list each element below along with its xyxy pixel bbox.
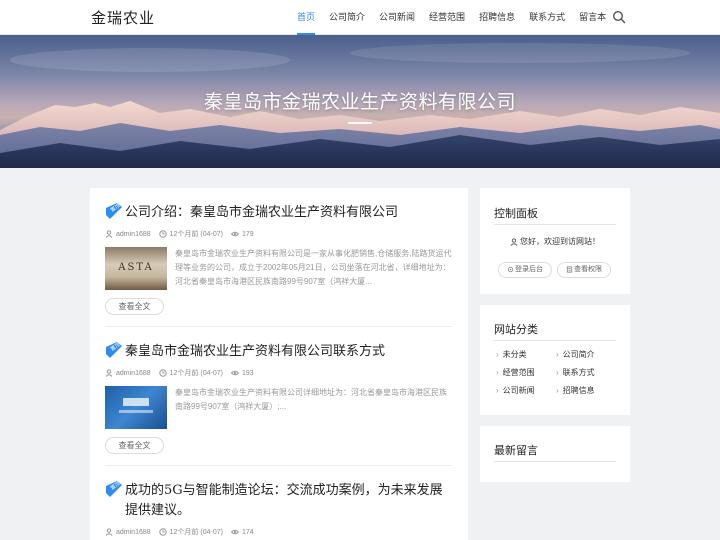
eye-icon [230,370,239,376]
post-views: 179 [241,230,254,238]
post-excerpt: 秦皇岛市金瑞农业生产资料有限公司详细地址为：河北省秦皇岛市海港区民族南路99号9… [175,388,447,411]
nav-contact[interactable]: 联系方式 [522,0,572,35]
post-title[interactable]: 公司介绍：秦皇岛市金瑞农业生产资料有限公司 [105,203,453,223]
welcome-text: 您好，欢迎到访网站！ [520,237,600,246]
category-contact[interactable]: 联系方式 [556,367,595,378]
post-time: 12个月前 (04-07) [169,529,223,536]
pinned-badge-icon: 置顶 [106,481,122,497]
banner-title: 秦皇岛市金瑞农业生产资料有限公司 [203,91,516,113]
eye-icon [230,529,239,535]
site-header: 金瑞农业 首页 公司简介 公司新闻 经营范围 招聘信息 联系方式 留言本 [0,0,720,35]
post-meta: admin1688 12个月前 (04-07) 179 [105,229,453,239]
gear-icon [507,266,514,272]
clock-icon [158,528,167,536]
read-more-button[interactable]: 查看全文 [105,437,164,454]
latest-comments-title: 最新留言 [494,445,538,457]
post-meta: admin1688 12个月前 (04-07) 193 [105,368,453,378]
post-item: 置顶 秦皇岛市金瑞农业生产资料有限公司联系方式 admin1688 12个月前 … [105,342,453,454]
post-views: 174 [241,528,254,536]
user-icon [105,230,113,238]
eye-icon [230,231,239,237]
search-icon[interactable] [612,10,626,24]
category-business-scope[interactable]: 经营范围 [496,367,535,378]
category-company-intro[interactable]: 公司简介 [556,349,595,360]
user-icon [105,369,113,377]
nav-company-news[interactable]: 公司新闻 [372,0,422,35]
view-permissions-label: 查看权限 [574,266,602,273]
nav-business-scope[interactable]: 经营范围 [422,0,472,35]
post-views: 193 [241,369,254,377]
post-item: 置顶 成功的5G与智能制造论坛：交流成功案例，为未来发展提供建议。 admin1… [105,481,453,537]
post-title[interactable]: 成功的5G与智能制造论坛：交流成功案例，为未来发展提供建议。 [105,481,453,521]
post-excerpt: 秦皇岛市金瑞农业生产资料有限公司是一家从事化肥销售,仓储服务,陆路货运代理等业务… [175,249,452,286]
widget-divider [494,340,616,341]
post-author: admin1688 [116,528,151,536]
clock-icon [158,230,167,238]
post-meta: admin1688 12个月前 (04-07) 174 [105,527,453,537]
welcome-message: 您好，欢迎到访网站！ [480,236,630,247]
pinned-badge-icon: 置顶 [106,203,122,219]
post-list: 置顶 公司介绍：秦皇岛市金瑞农业生产资料有限公司 admin1688 12个月前… [90,188,468,540]
post-divider [105,326,453,327]
post-author: admin1688 [116,369,151,377]
control-panel-title: 控制面板 [494,208,538,220]
category-recruitment[interactable]: 招聘信息 [556,385,595,396]
category-company-news[interactable]: 公司新闻 [496,385,535,396]
post-time: 12个月前 (04-07) [169,370,223,377]
read-more-button[interactable]: 查看全文 [105,298,164,315]
widget-divider [494,461,616,462]
categories-title: 网站分类 [494,324,538,336]
clock-icon [158,369,167,377]
login-admin-label: 登录后台 [515,266,543,273]
post-divider [105,465,453,466]
widget-divider [494,224,616,225]
login-admin-button[interactable]: 登录后台 [498,262,552,278]
site-logo[interactable]: 金瑞农业 [91,7,155,28]
post-thumbnail[interactable]: ASTA [105,247,167,290]
user-icon [105,528,113,536]
thumbnail-text: ASTA [118,262,154,273]
nav-guestbook[interactable]: 留言本 [572,0,613,35]
thumbnail-banner-shape [119,410,153,413]
post-thumbnail[interactable] [105,386,167,429]
categories-widget: 网站分类 未分类 公司简介 经营范围 联系方式 公司新闻 招聘信息 [480,305,630,415]
nav-home[interactable]: 首页 [290,0,322,35]
main-nav: 首页 公司简介 公司新闻 经营范围 招聘信息 联系方式 留言本 [290,0,613,35]
banner-underline [348,122,372,124]
nav-recruitment[interactable]: 招聘信息 [472,0,522,35]
user-icon [510,238,518,246]
thumbnail-banner-shape [123,398,149,406]
hero-banner: 秦皇岛市金瑞农业生产资料有限公司 [0,35,720,168]
view-permissions-button[interactable]: 查看权限 [557,262,611,278]
post-time: 12个月前 (04-07) [169,231,223,238]
category-uncategorized[interactable]: 未分类 [496,349,527,360]
post-title[interactable]: 秦皇岛市金瑞农业生产资料有限公司联系方式 [105,342,453,362]
latest-comments-widget: 最新留言 [480,426,630,482]
document-icon [566,266,573,273]
post-author: admin1688 [116,230,151,238]
nav-company-intro[interactable]: 公司简介 [322,0,372,35]
post-item: 置顶 公司介绍：秦皇岛市金瑞农业生产资料有限公司 admin1688 12个月前… [105,203,453,315]
pinned-badge-icon: 置顶 [106,342,122,358]
control-panel-widget: 控制面板 您好，欢迎到访网站！ 登录后台 查看权限 [480,188,630,294]
